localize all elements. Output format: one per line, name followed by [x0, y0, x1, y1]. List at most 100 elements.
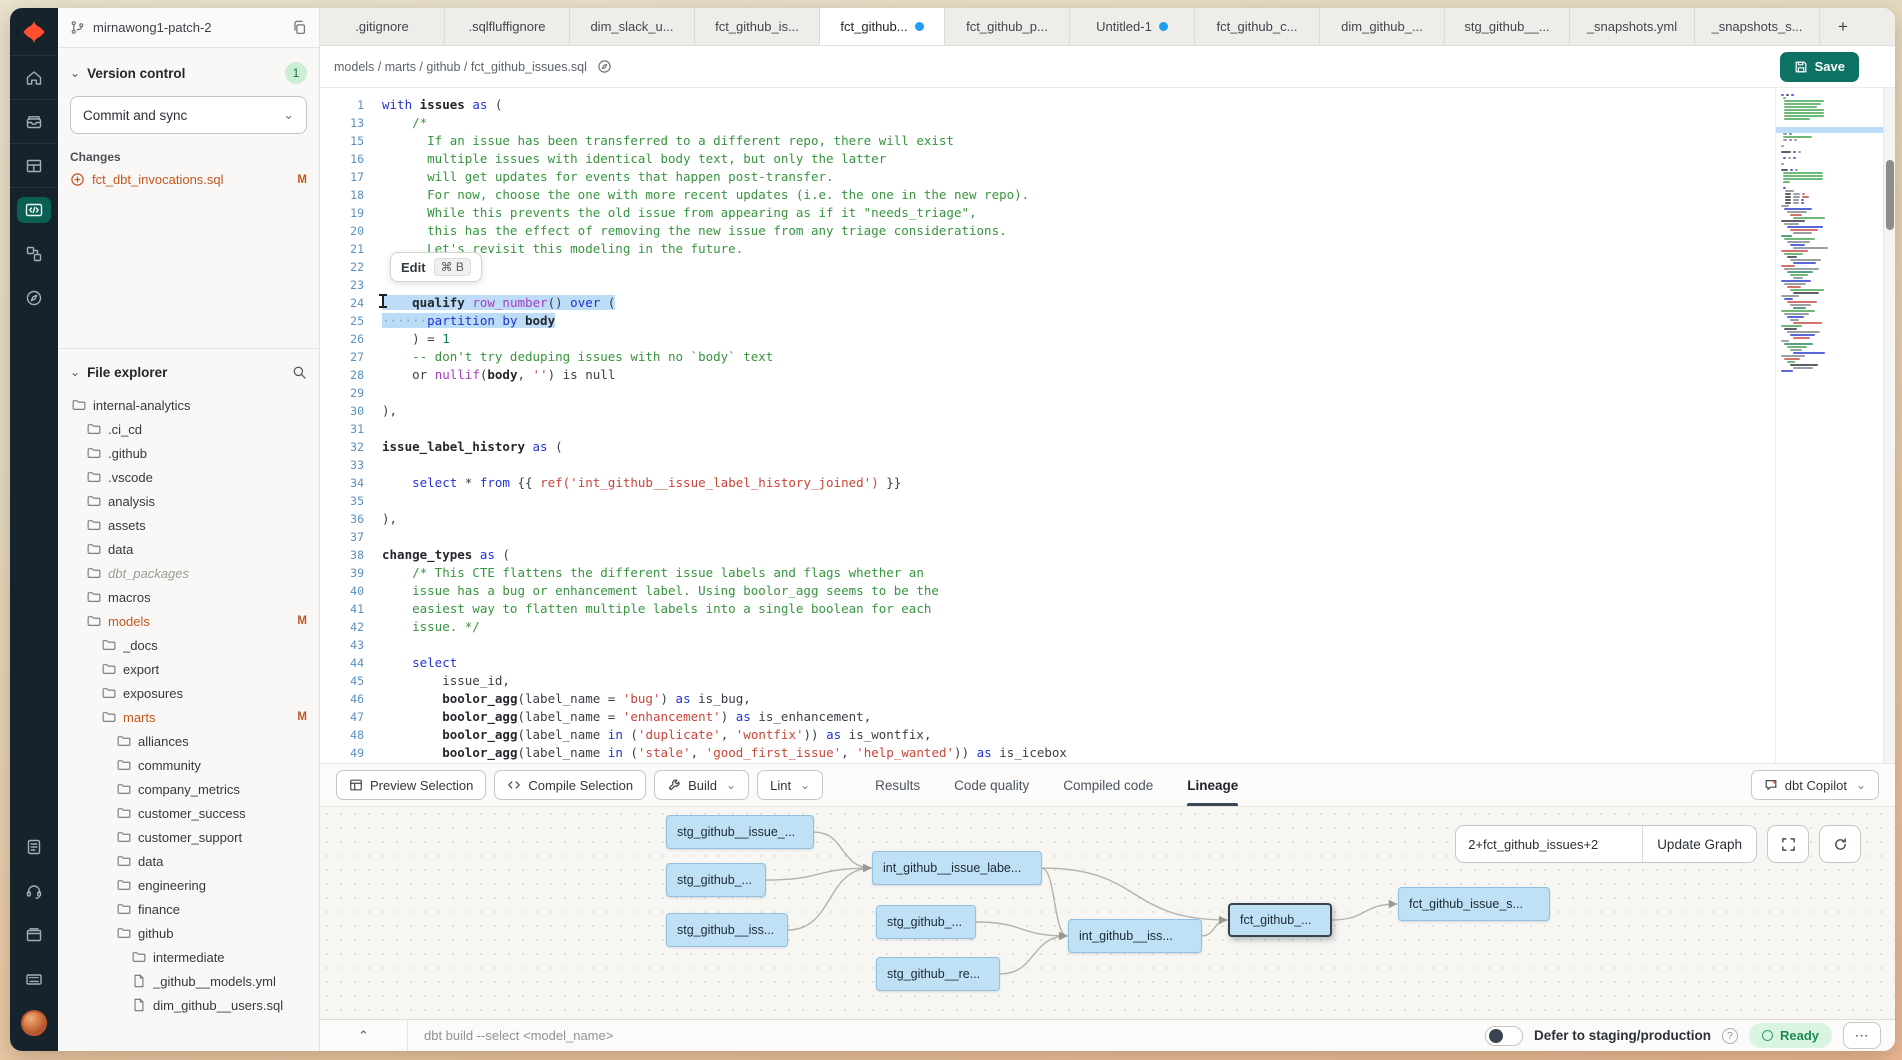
minimap[interactable] [1775, 88, 1883, 763]
tree-item-folder[interactable]: dbt_packages [70, 561, 307, 585]
code-line[interactable]: 34 select * from {{ ref('int_github__iss… [320, 474, 1775, 492]
search-icon[interactable] [292, 365, 307, 380]
tree-item-folder[interactable]: data [70, 849, 307, 873]
dashboard-icon[interactable] [10, 144, 58, 188]
fullscreen-button[interactable] [1767, 825, 1809, 863]
editor-tab[interactable]: fct_github_c... [1195, 8, 1320, 45]
editor-tab[interactable]: dim_slack_u... [570, 8, 695, 45]
tree-item-folder[interactable]: engineering [70, 873, 307, 897]
tree-item-file[interactable]: dim_github__users.sql [70, 993, 307, 1017]
code-line[interactable]: 25······partition by body [320, 312, 1775, 330]
code-line[interactable]: 31 [320, 420, 1775, 438]
editor-tab[interactable]: .sqlfluffignore [445, 8, 570, 45]
environments-icon[interactable] [10, 100, 58, 144]
commit-and-sync-select[interactable]: Commit and sync ⌄ [70, 96, 307, 134]
file-info-icon[interactable] [597, 59, 612, 74]
docs-icon[interactable] [10, 913, 58, 957]
develop-ide-icon[interactable] [10, 188, 58, 232]
file-explorer-header[interactable]: ⌄ File explorer [70, 357, 307, 387]
editor-tab[interactable]: fct_github... [820, 8, 945, 45]
code-area[interactable]: 1with issues as (13 /*15 If an issue has… [320, 88, 1775, 763]
version-control-header[interactable]: ⌄ Version control 1 [70, 58, 307, 88]
update-graph-button[interactable]: Update Graph [1642, 826, 1756, 862]
tree-item-folder[interactable]: analysis [70, 489, 307, 513]
changed-file-row[interactable]: fct_dbt_invocations.sql M [70, 172, 307, 187]
code-line[interactable]: 23 [320, 276, 1775, 294]
code-line[interactable]: 44 select [320, 654, 1775, 672]
orchestration-icon[interactable] [10, 232, 58, 276]
tab-code-quality[interactable]: Code quality [954, 764, 1029, 806]
code-line[interactable]: 16 multiple issues with identical body t… [320, 150, 1775, 168]
tree-item-folder[interactable]: intermediate [70, 945, 307, 969]
lineage-node[interactable]: int_github__iss... [1068, 919, 1202, 953]
tab-results[interactable]: Results [875, 764, 920, 806]
code-line[interactable]: 37 [320, 528, 1775, 546]
tree-item-folder[interactable]: .vscode [70, 465, 307, 489]
help-icon[interactable]: ? [1722, 1028, 1738, 1044]
editor-tab[interactable]: _snapshots.yml [1570, 8, 1695, 45]
code-line[interactable]: 42 issue. */ [320, 618, 1775, 636]
code-line[interactable]: 26 ) = 1 [320, 330, 1775, 348]
tree-item-folder[interactable]: .ci_cd [70, 417, 307, 441]
code-line[interactable]: 33 [320, 456, 1775, 474]
tree-item-folder[interactable]: modelsM [70, 609, 307, 633]
code-line[interactable]: 28 or nullif(body, '') is null [320, 366, 1775, 384]
editor-tab[interactable]: fct_github_is... [695, 8, 820, 45]
explore-icon[interactable] [10, 276, 58, 320]
lineage-node[interactable]: int_github__issue_labe... [872, 851, 1042, 885]
scrollbar-thumb[interactable] [1886, 160, 1894, 230]
new-tab-button[interactable]: + [1820, 8, 1866, 45]
lineage-node[interactable]: stg_github__issue_... [666, 815, 814, 849]
tree-item-folder[interactable]: data [70, 537, 307, 561]
copy-icon[interactable] [292, 20, 307, 35]
tree-item-folder[interactable]: _docs [70, 633, 307, 657]
code-line[interactable]: 30), [320, 402, 1775, 420]
compile-selection-button[interactable]: Compile Selection [494, 770, 646, 800]
code-line[interactable]: 27 -- don't try deduping issues with no … [320, 348, 1775, 366]
tree-item-folder[interactable]: alliances [70, 729, 307, 753]
editor-scrollbar[interactable] [1883, 88, 1895, 763]
lineage-selector-input[interactable] [1456, 826, 1642, 862]
git-branch-row[interactable]: mirnawong1-patch-2 [58, 8, 319, 48]
dbt-copilot-button[interactable]: dbt Copilot ⌄ [1751, 770, 1879, 800]
build-button[interactable]: Build⌄ [654, 770, 749, 800]
tree-item-file[interactable]: _github__models.yml [70, 969, 307, 993]
tree-item-folder[interactable]: .github [70, 441, 307, 465]
code-line[interactable]: 41 easiest way to flatten multiple label… [320, 600, 1775, 618]
preview-selection-button[interactable]: Preview Selection [336, 770, 486, 800]
code-line[interactable]: 49 boolor_agg(label_name in ('stale', 'g… [320, 744, 1775, 762]
code-line[interactable]: 40 issue has a bug or enhancement label.… [320, 582, 1775, 600]
tab-compiled-code[interactable]: Compiled code [1063, 764, 1153, 806]
code-line[interactable]: 1with issues as ( [320, 96, 1775, 114]
more-options-button[interactable]: ⋯ [1843, 1022, 1881, 1049]
code-line[interactable]: 17 will get updates for events that happ… [320, 168, 1775, 186]
tree-item-folder[interactable]: github [70, 921, 307, 945]
tab-lineage[interactable]: Lineage [1187, 764, 1238, 806]
code-line[interactable]: 47 boolor_agg(label_name = 'enhancement'… [320, 708, 1775, 726]
lineage-node[interactable]: stg_github__re... [876, 957, 1000, 991]
tree-item-folder[interactable]: finance [70, 897, 307, 921]
expand-console-button[interactable]: ⌃ [320, 1020, 408, 1051]
code-line[interactable]: 29 [320, 384, 1775, 402]
shortcuts-icon[interactable] [10, 957, 58, 1001]
command-input[interactable]: dbt build --select <model_name> [408, 1028, 1485, 1043]
lineage-node[interactable]: stg_github_... [666, 863, 766, 897]
editor-tab[interactable]: .gitignore [320, 8, 445, 45]
editor-tab[interactable]: stg_github__... [1445, 8, 1570, 45]
lint-button[interactable]: Lint⌄ [757, 770, 823, 800]
editor-tab[interactable]: dim_github_... [1320, 8, 1445, 45]
editor-tab[interactable]: _snapshots_s... [1695, 8, 1820, 45]
code-line[interactable]: 15 If an issue has been transferred to a… [320, 132, 1775, 150]
lineage-node[interactable]: stg_github_... [876, 905, 976, 939]
code-line[interactable]: 19 While this prevents the old issue fro… [320, 204, 1775, 222]
code-line[interactable]: 13 /* [320, 114, 1775, 132]
lineage-node[interactable]: fct_github_... [1228, 903, 1332, 937]
code-line[interactable]: 48 boolor_agg(label_name in ('duplicate'… [320, 726, 1775, 744]
user-avatar[interactable] [10, 1001, 58, 1045]
save-button[interactable]: Save [1780, 52, 1859, 82]
code-line[interactable]: 22 [320, 258, 1775, 276]
tree-item-folder[interactable]: community [70, 753, 307, 777]
notes-icon[interactable] [10, 825, 58, 869]
tree-item-folder[interactable]: customer_success [70, 801, 307, 825]
code-line[interactable]: 38change_types as ( [320, 546, 1775, 564]
